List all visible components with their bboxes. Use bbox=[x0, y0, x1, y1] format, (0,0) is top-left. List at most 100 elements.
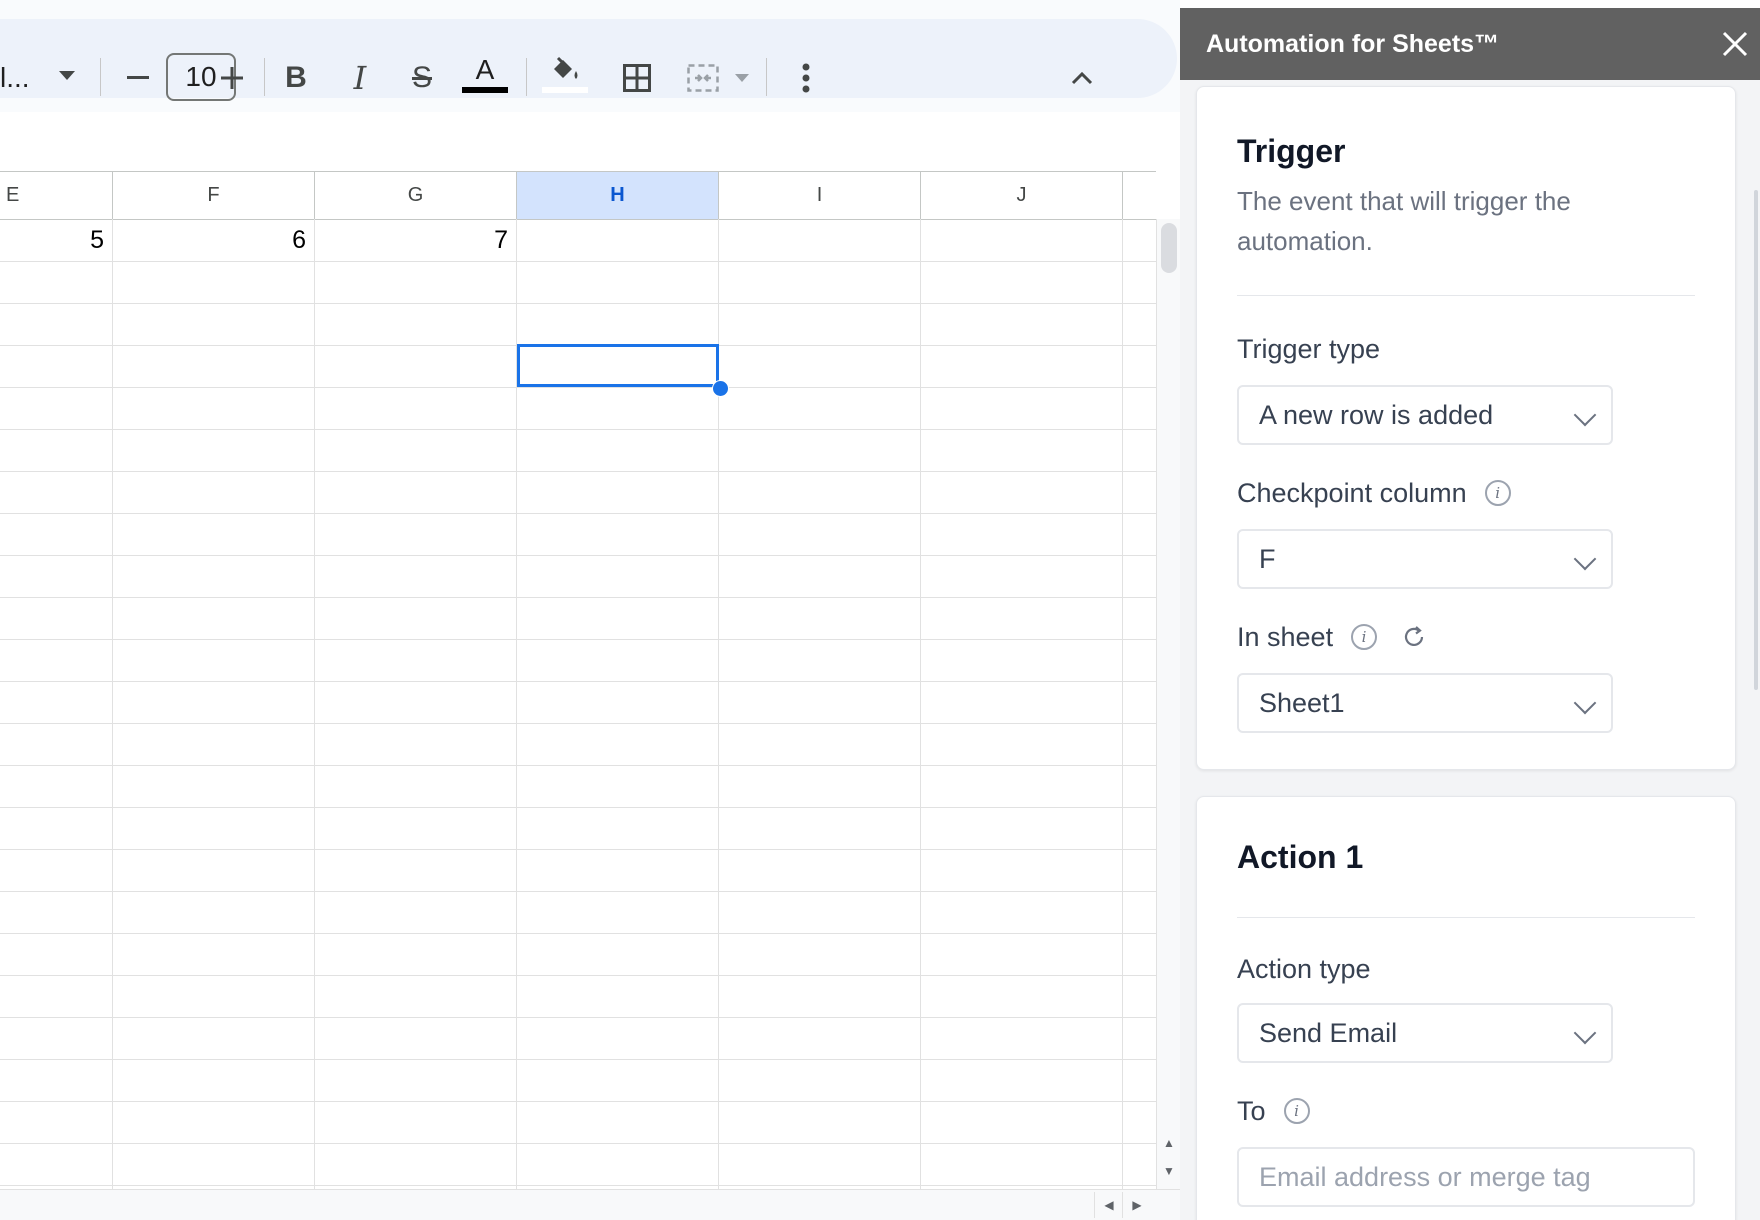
plus-icon[interactable] bbox=[210, 53, 254, 103]
column-label: J bbox=[1016, 184, 1027, 206]
panel-scroll-thumb[interactable] bbox=[1754, 190, 1758, 690]
grid-line bbox=[1122, 219, 1123, 1189]
in-sheet-value: Sheet1 bbox=[1259, 687, 1345, 718]
scroll-up-icon[interactable]: ▲ bbox=[1161, 1131, 1177, 1155]
column-header-g[interactable]: G bbox=[315, 172, 517, 219]
formatting-toolbar: l... 10 B I S A bbox=[0, 19, 1177, 101]
chevron-up-icon[interactable] bbox=[1060, 53, 1104, 103]
trigger-type-select[interactable]: A new row is added bbox=[1237, 385, 1613, 445]
row-line bbox=[0, 261, 1156, 262]
chevron-down-icon bbox=[1573, 547, 1597, 571]
row-line bbox=[0, 849, 1156, 850]
toolbar-strip: l... 10 B I S A bbox=[0, 0, 1180, 112]
paint-bucket-icon[interactable] bbox=[540, 47, 590, 101]
row-line bbox=[0, 975, 1156, 976]
column-label: G bbox=[407, 184, 424, 206]
column-header-h[interactable]: H bbox=[517, 172, 719, 219]
text-color-button[interactable]: A bbox=[460, 47, 510, 101]
to-label-text: To bbox=[1237, 1095, 1266, 1126]
checkpoint-column-value: F bbox=[1259, 543, 1276, 574]
row-line bbox=[0, 387, 1156, 388]
column-label: H bbox=[610, 184, 625, 206]
to-email-input[interactable] bbox=[1237, 1147, 1695, 1207]
trigger-heading: Trigger bbox=[1237, 133, 1346, 169]
close-icon[interactable] bbox=[1710, 8, 1760, 80]
cell-e1[interactable]: 5 bbox=[0, 219, 112, 261]
vertical-scroll-thumb[interactable] bbox=[1161, 223, 1177, 273]
automation-side-panel: Automation for Sheets™ Trigger The event… bbox=[1180, 0, 1760, 1220]
column-header-row: E F G H I J bbox=[0, 171, 1156, 220]
chevron-down-icon bbox=[1573, 691, 1597, 715]
row-line bbox=[0, 597, 1156, 598]
checkpoint-column-select[interactable]: F bbox=[1237, 529, 1613, 589]
panel-body: Trigger The event that will trigger the … bbox=[1180, 80, 1760, 1220]
active-cell-selection[interactable] bbox=[517, 344, 719, 387]
in-sheet-select[interactable]: Sheet1 bbox=[1237, 673, 1613, 733]
trigger-card: Trigger The event that will trigger the … bbox=[1196, 86, 1736, 770]
scroll-right-icon[interactable]: ▶ bbox=[1122, 1192, 1151, 1218]
action-type-value: Send Email bbox=[1259, 1017, 1398, 1048]
caret-down-icon[interactable] bbox=[52, 51, 82, 101]
checkpoint-column-label: Checkpoint column i bbox=[1237, 471, 1511, 515]
panel-title: Automation for Sheets™ bbox=[1206, 29, 1500, 58]
strikethrough-button[interactable]: S bbox=[400, 55, 444, 101]
row-line bbox=[0, 723, 1156, 724]
info-icon[interactable]: i bbox=[1351, 624, 1378, 650]
card-divider bbox=[1237, 917, 1695, 918]
action-type-select[interactable]: Send Email bbox=[1237, 1003, 1613, 1063]
toolbar-divider bbox=[766, 58, 767, 96]
action-type-label-text: Action type bbox=[1237, 953, 1371, 984]
trigger-description: The event that will trigger the automati… bbox=[1237, 186, 1571, 256]
trigger-type-label-text: Trigger type bbox=[1237, 333, 1381, 364]
vertical-scrollbar[interactable]: ▲ ▼ bbox=[1156, 219, 1180, 1189]
bold-icon: B bbox=[285, 61, 307, 94]
italic-button[interactable]: I bbox=[338, 55, 382, 101]
refresh-icon[interactable] bbox=[1401, 624, 1427, 650]
info-icon[interactable]: i bbox=[1484, 480, 1511, 506]
fill-handle[interactable] bbox=[712, 380, 729, 397]
borders-icon[interactable] bbox=[612, 53, 662, 103]
cell-grid[interactable]: 5 6 7 bbox=[0, 219, 1156, 1189]
row-line bbox=[0, 1017, 1156, 1018]
row-line bbox=[0, 471, 1156, 472]
row-line bbox=[0, 555, 1156, 556]
info-icon[interactable]: i bbox=[1283, 1098, 1310, 1124]
trigger-type-label: Trigger type bbox=[1237, 327, 1380, 371]
minus-icon[interactable] bbox=[116, 53, 160, 103]
to-label: To i bbox=[1237, 1089, 1310, 1133]
toolbar-divider bbox=[526, 58, 527, 96]
row-line bbox=[0, 1185, 1156, 1186]
trigger-type-value: A new row is added bbox=[1259, 399, 1494, 430]
merge-dropdown-icon[interactable] bbox=[730, 53, 754, 103]
panel-scroll-track[interactable] bbox=[1744, 80, 1760, 1220]
text-color-icon: A bbox=[475, 54, 495, 85]
column-header-f[interactable]: F bbox=[113, 172, 315, 219]
cell-f1[interactable]: 6 bbox=[113, 219, 314, 261]
row-line bbox=[0, 1143, 1156, 1144]
toolbar-divider bbox=[264, 58, 265, 96]
checkpoint-column-label-text: Checkpoint column bbox=[1237, 477, 1467, 508]
spreadsheet-area: l... 10 B I S A E F G H I J 5 6 7 ▲ ▼ ◀ … bbox=[0, 0, 1180, 1220]
row-line bbox=[0, 1059, 1156, 1060]
merge-cells-icon[interactable] bbox=[678, 53, 728, 103]
font-family-value: l... bbox=[0, 62, 30, 93]
scroll-left-icon[interactable]: ◀ bbox=[1094, 1192, 1123, 1218]
chevron-down-icon bbox=[1573, 403, 1597, 427]
cell-g1[interactable]: 7 bbox=[315, 219, 516, 261]
text-color-bar bbox=[462, 87, 508, 93]
bold-button[interactable]: B bbox=[274, 55, 318, 101]
row-line bbox=[0, 429, 1156, 430]
column-header-i[interactable]: I bbox=[719, 172, 921, 219]
font-family-dropdown[interactable]: l... bbox=[0, 53, 30, 103]
horizontal-scrollbar[interactable]: ◀ ▶ bbox=[0, 1189, 1180, 1220]
formula-bar-area[interactable] bbox=[0, 112, 1180, 170]
row-line bbox=[0, 681, 1156, 682]
column-label: E bbox=[6, 184, 20, 206]
scroll-down-icon[interactable]: ▼ bbox=[1161, 1159, 1177, 1183]
toolbar-divider bbox=[100, 58, 101, 96]
in-sheet-label: In sheet i bbox=[1237, 615, 1427, 659]
more-vertical-icon[interactable] bbox=[786, 53, 826, 103]
row-line bbox=[0, 1101, 1156, 1102]
column-header-j[interactable]: J bbox=[921, 172, 1123, 219]
column-header-e[interactable]: E bbox=[0, 172, 113, 219]
